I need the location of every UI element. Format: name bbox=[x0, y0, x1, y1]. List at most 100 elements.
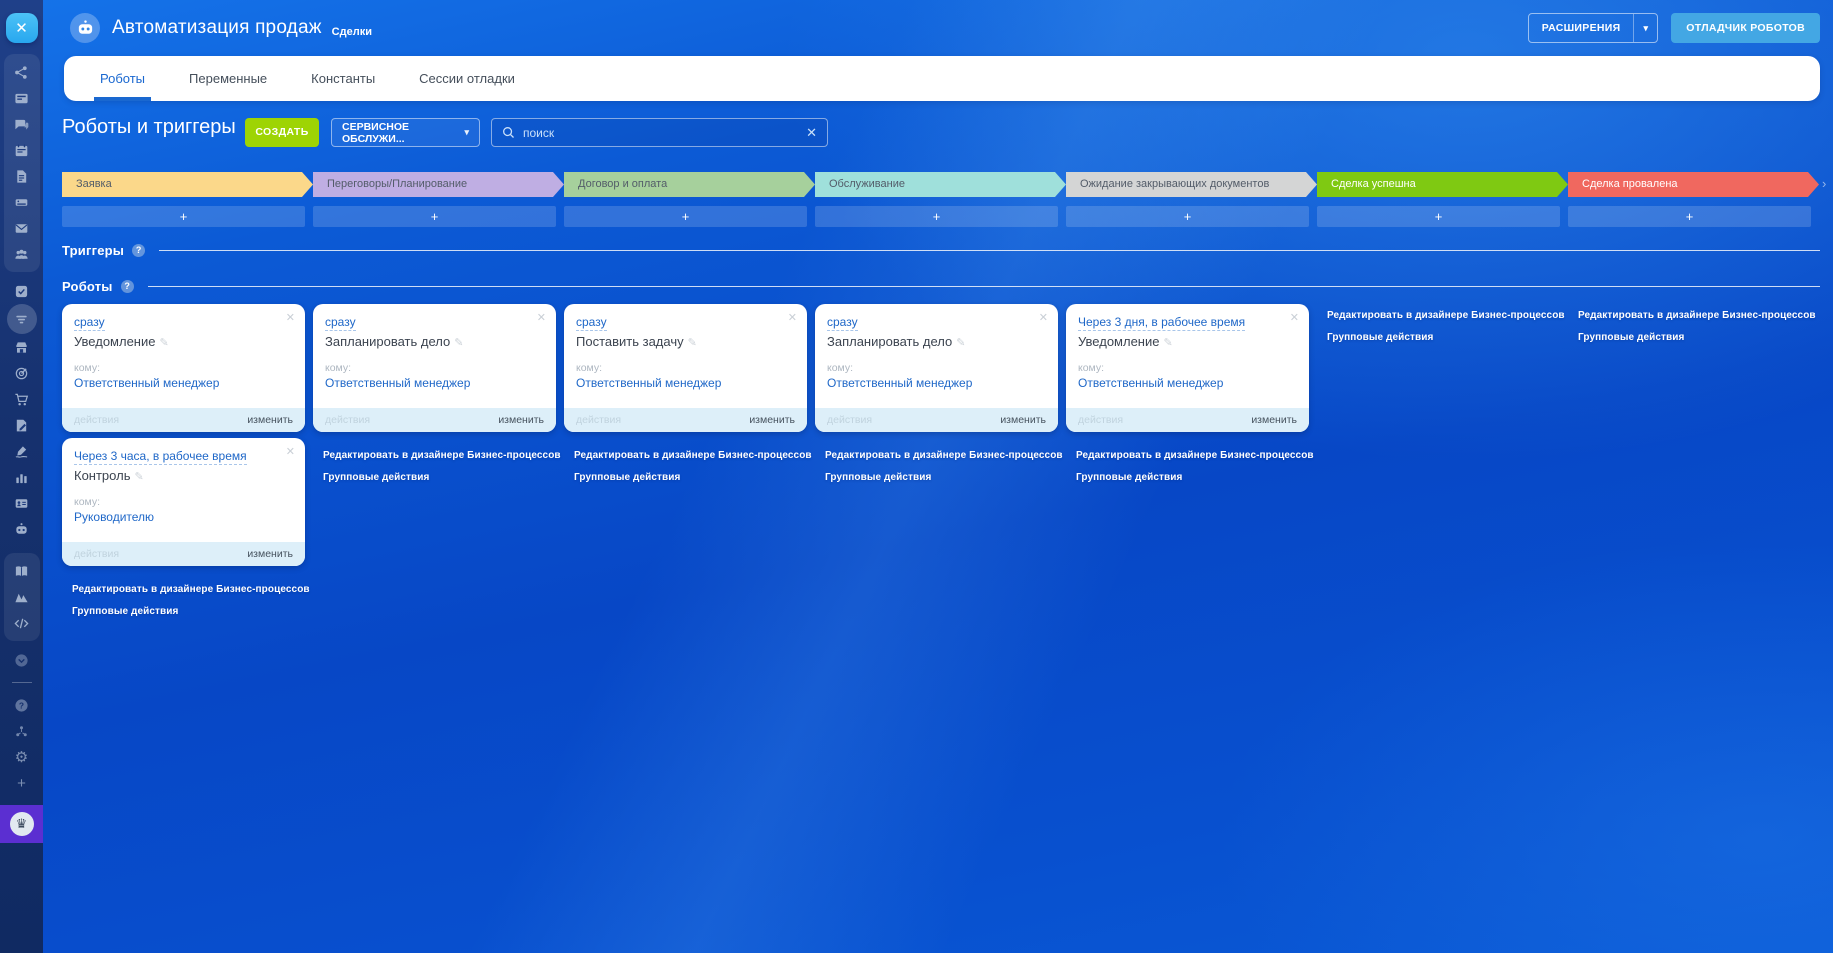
document-edit-icon[interactable] bbox=[9, 412, 35, 438]
help-icon[interactable]: ? bbox=[132, 244, 146, 257]
robot-to-value[interactable]: Ответственный менеджер bbox=[1078, 376, 1297, 390]
robot-to-value[interactable]: Руководителю bbox=[74, 510, 293, 524]
group-actions-link[interactable]: Групповые действия bbox=[1076, 472, 1183, 483]
edit-designer-link[interactable]: Редактировать в дизайнере Бизнес-процесс… bbox=[1578, 310, 1816, 321]
group-actions-link[interactable]: Групповые действия bbox=[1578, 332, 1685, 343]
add-robot-button[interactable]: + bbox=[815, 206, 1058, 227]
search-input[interactable] bbox=[523, 125, 799, 140]
robot-when-link[interactable]: сразу bbox=[74, 314, 105, 332]
close-icon[interactable]: ✕ bbox=[286, 445, 295, 458]
target-icon[interactable] bbox=[9, 360, 35, 386]
edit-pencil-icon[interactable]: ✎ bbox=[454, 337, 463, 349]
edit-designer-link[interactable]: Редактировать в дизайнере Бизнес-процесс… bbox=[323, 450, 561, 461]
tab-variables[interactable]: Переменные bbox=[189, 56, 267, 101]
messenger-icon[interactable] bbox=[9, 111, 35, 137]
sites-icon[interactable] bbox=[9, 584, 35, 610]
edit-designer-link[interactable]: Редактировать в дизайнере Бизнес-процесс… bbox=[72, 584, 310, 595]
shop-cart-icon[interactable] bbox=[9, 386, 35, 412]
extensions-button[interactable]: РАСШИРЕНИЯ ▾ bbox=[1527, 13, 1659, 43]
edit-pencil-icon[interactable]: ✎ bbox=[134, 471, 143, 483]
close-icon[interactable]: ✕ bbox=[537, 311, 546, 324]
drive-icon[interactable] bbox=[9, 189, 35, 215]
chevron-down-icon[interactable]: ▾ bbox=[1634, 23, 1657, 33]
stage-success[interactable]: Сделка успешна bbox=[1317, 172, 1568, 197]
help-icon[interactable]: ? bbox=[9, 692, 35, 718]
edit-link[interactable]: изменить bbox=[498, 414, 544, 426]
help-icon[interactable]: ? bbox=[120, 280, 134, 293]
robot-to-value[interactable]: Ответственный менеджер bbox=[325, 376, 544, 390]
close-icon[interactable]: ✕ bbox=[1039, 311, 1048, 324]
robot-debugger-button[interactable]: ОТЛАДЧИК РОБОТОВ bbox=[1671, 13, 1820, 43]
documents-icon[interactable] bbox=[9, 163, 35, 189]
robot-when-link[interactable]: Через 3 часа, в рабочее время bbox=[74, 448, 247, 466]
add-robot-button[interactable]: + bbox=[1568, 206, 1811, 227]
stage-obsluzhivanie[interactable]: Обслуживание bbox=[815, 172, 1066, 197]
tasks-check-icon[interactable] bbox=[9, 278, 35, 304]
edit-link[interactable]: изменить bbox=[247, 548, 293, 560]
robot-to-value[interactable]: Ответственный менеджер bbox=[827, 376, 1046, 390]
group-actions-link[interactable]: Групповые действия bbox=[574, 472, 681, 483]
robot-to-value[interactable]: Ответственный менеджер bbox=[576, 376, 795, 390]
edit-designer-link[interactable]: Редактировать в дизайнере Бизнес-процесс… bbox=[825, 450, 1063, 461]
groups-icon[interactable] bbox=[9, 241, 35, 267]
edit-link[interactable]: изменить bbox=[247, 414, 293, 426]
create-button[interactable]: СОЗДАТЬ bbox=[245, 118, 319, 147]
edit-link[interactable]: изменить bbox=[1251, 414, 1297, 426]
tab-robots[interactable]: Роботы bbox=[93, 56, 152, 101]
plan-crown-icon[interactable]: ♛ bbox=[0, 805, 43, 843]
edit-pencil-icon[interactable]: ✎ bbox=[159, 337, 168, 349]
robots-icon[interactable] bbox=[9, 516, 35, 542]
robot-when-link[interactable]: сразу bbox=[576, 314, 607, 332]
crm-funnel-icon[interactable] bbox=[6, 304, 37, 334]
group-actions-link[interactable]: Групповые действия bbox=[1327, 332, 1434, 343]
developer-icon[interactable] bbox=[9, 610, 35, 636]
close-icon[interactable]: ✕ bbox=[286, 311, 295, 324]
sign-icon[interactable] bbox=[9, 438, 35, 464]
close-icon[interactable]: ✕ bbox=[1290, 311, 1299, 324]
robot-when-link[interactable]: Через 3 дня, в рабочее время bbox=[1078, 314, 1246, 332]
group-actions-link[interactable]: Групповые действия bbox=[825, 472, 932, 483]
market-icon[interactable] bbox=[9, 334, 35, 360]
mail-icon[interactable] bbox=[9, 215, 35, 241]
edit-pencil-icon[interactable]: ✎ bbox=[1163, 337, 1172, 349]
stages-scroll-chevron-icon[interactable]: › bbox=[1822, 176, 1826, 191]
live-feed-icon[interactable] bbox=[9, 59, 35, 85]
add-robot-button[interactable]: + bbox=[62, 206, 305, 227]
edit-pencil-icon[interactable]: ✎ bbox=[956, 337, 965, 349]
contact-card-icon[interactable] bbox=[9, 490, 35, 516]
add-robot-button[interactable]: + bbox=[313, 206, 556, 227]
tab-constants[interactable]: Константы bbox=[311, 56, 375, 101]
bi-chart-icon[interactable] bbox=[9, 464, 35, 490]
more-chevron-icon[interactable] bbox=[9, 647, 35, 673]
add-robot-button[interactable]: + bbox=[1066, 206, 1309, 227]
settings-gear-icon[interactable]: ⚙ bbox=[9, 744, 35, 770]
close-icon[interactable]: ✕ bbox=[788, 311, 797, 324]
tasks-board-icon[interactable] bbox=[9, 85, 35, 111]
add-plus-icon[interactable]: + bbox=[9, 770, 35, 796]
network-hub-icon[interactable] bbox=[9, 718, 35, 744]
calendar-icon[interactable] bbox=[9, 137, 35, 163]
stage-ozhidanie[interactable]: Ожидание закрывающих документов bbox=[1066, 172, 1317, 197]
robot-when-link[interactable]: сразу bbox=[827, 314, 858, 332]
tab-debug-sessions[interactable]: Сессии отладки bbox=[419, 56, 515, 101]
edit-designer-link[interactable]: Редактировать в дизайнере Бизнес-процесс… bbox=[1076, 450, 1314, 461]
search-clear-icon[interactable]: ✕ bbox=[806, 125, 817, 141]
funnel-selector[interactable]: СЕРВИСНОЕ ОБСЛУЖИ... ▾ bbox=[331, 118, 480, 147]
close-icon[interactable]: ✕ bbox=[5, 13, 38, 43]
stage-peregovory[interactable]: Переговоры/Планирование bbox=[313, 172, 564, 197]
edit-designer-link[interactable]: Редактировать в дизайнере Бизнес-процесс… bbox=[574, 450, 812, 461]
edit-designer-link[interactable]: Редактировать в дизайнере Бизнес-процесс… bbox=[1327, 310, 1565, 321]
group-actions-link[interactable]: Групповые действия bbox=[72, 606, 179, 617]
add-robot-button[interactable]: + bbox=[1317, 206, 1560, 227]
edit-link[interactable]: изменить bbox=[749, 414, 795, 426]
group-actions-link[interactable]: Групповые действия bbox=[323, 472, 430, 483]
robot-when-link[interactable]: сразу bbox=[325, 314, 356, 332]
edit-link[interactable]: изменить bbox=[1000, 414, 1046, 426]
stage-dogovor[interactable]: Договор и оплата bbox=[564, 172, 815, 197]
edit-pencil-icon[interactable]: ✎ bbox=[688, 337, 697, 349]
knowledge-base-icon[interactable] bbox=[9, 558, 35, 584]
stage-failed[interactable]: Сделка провалена bbox=[1568, 172, 1819, 197]
robot-to-value[interactable]: Ответственный менеджер bbox=[74, 376, 293, 390]
add-robot-button[interactable]: + bbox=[564, 206, 807, 227]
stage-zayavka[interactable]: Заявка bbox=[62, 172, 313, 197]
